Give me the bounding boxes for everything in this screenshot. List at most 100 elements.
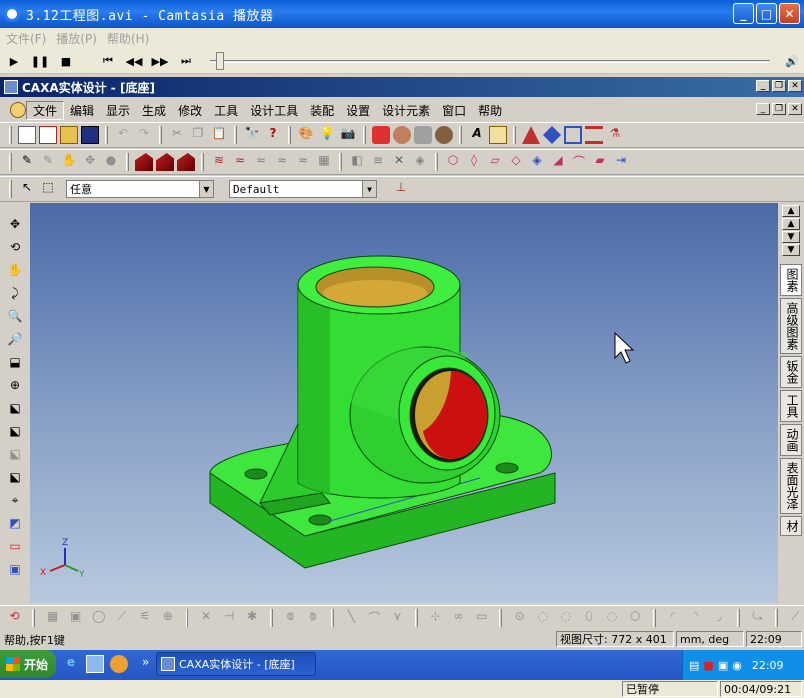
pan-icon[interactable]: ✋ <box>6 263 24 281</box>
player-menu-play[interactable]: 播放(P) <box>56 30 97 47</box>
surface-3-icon[interactable]: ▱ <box>486 153 504 171</box>
camera-2-icon[interactable]: ⬕ <box>6 424 24 442</box>
chamfer-2d-icon[interactable]: ⟋ <box>787 609 804 627</box>
surface-6-icon[interactable]: ◢ <box>549 153 567 171</box>
offset-icon[interactable]: ⟃ <box>282 609 299 627</box>
pick-icon[interactable]: ✎ <box>18 153 36 171</box>
ruler-icon[interactable]: ⟋ <box>113 609 130 627</box>
menu-modify[interactable]: 修改 <box>172 102 208 119</box>
undo-icon[interactable]: ↶ <box>114 126 132 144</box>
ie-icon[interactable]: e <box>62 655 80 673</box>
surface-2-icon[interactable]: ◊ <box>465 153 483 171</box>
shell-icon[interactable]: ≈ <box>273 153 291 171</box>
surface-8-icon[interactable]: ▰ <box>591 153 609 171</box>
boolean-4-icon[interactable]: ◈ <box>411 153 429 171</box>
extrude-icon[interactable] <box>135 153 153 171</box>
zoom-icon[interactable]: 🔍 <box>6 309 24 327</box>
menu-edit[interactable]: 编辑 <box>64 102 100 119</box>
delete-icon[interactable]: ✕ <box>197 609 214 627</box>
menu-settings[interactable]: 设置 <box>340 102 376 119</box>
open-folder-icon[interactable] <box>60 126 78 144</box>
angle-line-icon[interactable]: ⋎ <box>389 609 406 627</box>
tangent-line-icon[interactable]: ⌒ <box>366 609 383 627</box>
camera-4-icon[interactable]: ⬕ <box>6 470 24 488</box>
start-button[interactable]: 开始 <box>0 650 56 678</box>
network-icon[interactable]: ▣ <box>718 659 728 672</box>
box-icon[interactable]: ▣ <box>67 609 84 627</box>
spin-icon[interactable]: ⤸ <box>6 286 24 304</box>
point-icon[interactable]: ⊹ <box>427 609 444 627</box>
tab-surface-finish[interactable]: 表面光泽 <box>780 458 802 514</box>
scroll-top-icon[interactable]: ▲ <box>782 205 800 217</box>
new-drawing-icon[interactable] <box>39 126 57 144</box>
tab-advanced-primitives[interactable]: 高级图素 <box>780 298 802 354</box>
sketch-toggle-icon[interactable]: ⟲ <box>6 609 23 627</box>
doc-restore-button[interactable]: ❐ <box>772 103 786 115</box>
dimension-icon[interactable]: ⊕ <box>159 609 176 627</box>
sketch-3-icon[interactable] <box>564 126 582 144</box>
new-icon[interactable] <box>18 126 36 144</box>
play-icon[interactable]: ▶ <box>6 53 22 69</box>
skip-start-icon[interactable]: ⏮ <box>100 53 116 69</box>
spline-icon[interactable]: ∞ <box>450 609 467 627</box>
record-icon[interactable]: ■ <box>703 659 713 672</box>
ellipse-icon[interactable]: ⬯ <box>580 609 597 627</box>
sketch-plane-icon[interactable]: ◩ <box>6 516 24 534</box>
view-orient-icon[interactable]: ⬓ <box>6 355 24 373</box>
menu-help[interactable]: 帮助 <box>472 102 508 119</box>
arc-2-icon[interactable]: ◝ <box>688 609 705 627</box>
paste-icon[interactable]: 📋 <box>210 126 228 144</box>
taskbar-chevron-icon[interactable]: » <box>142 655 149 669</box>
skip-end-icon[interactable]: ⏭ <box>178 53 194 69</box>
look-at-icon[interactable]: ⊕ <box>6 378 24 396</box>
taskbar-task-caxa[interactable]: CAXA实体设计 - [底座] <box>156 652 316 676</box>
line-icon[interactable]: ╲ <box>343 609 360 627</box>
scroll-down-icon[interactable]: ▼ <box>782 231 800 243</box>
part-4-icon[interactable] <box>435 126 453 144</box>
grid-icon[interactable]: ▦ <box>44 609 61 627</box>
circle-center-icon[interactable]: ⊙ <box>511 609 528 627</box>
caxa-minimize-button[interactable]: _ <box>756 80 770 92</box>
fillet-2d-icon[interactable]: ⤿ <box>749 609 766 627</box>
surface-9-icon[interactable]: ⇥ <box>612 153 630 171</box>
menu-assembly[interactable]: 装配 <box>304 102 340 119</box>
camera-3-icon[interactable]: ⬕ <box>6 447 24 465</box>
caxa-close-button[interactable]: ✕ <box>788 80 802 92</box>
menu-display[interactable]: 显示 <box>100 102 136 119</box>
chevron-down-icon[interactable]: ▼ <box>362 181 376 197</box>
polygon-icon[interactable]: ⬡ <box>627 609 644 627</box>
design-viewport[interactable]: Z X Y <box>30 203 778 603</box>
fillet-icon[interactable]: ≈ <box>231 153 249 171</box>
copy-icon[interactable]: ❐ <box>189 126 207 144</box>
sketch-5-icon[interactable]: ⚗ <box>606 126 624 144</box>
doc-close-button[interactable]: ✕ <box>788 103 802 115</box>
select-arrow-icon[interactable]: ↖ <box>18 180 36 198</box>
media-icon[interactable] <box>110 655 128 673</box>
tab-materials[interactable]: 材 <box>780 516 802 536</box>
player-menu-help[interactable]: 帮助(H) <box>107 30 149 47</box>
sketch-4-icon[interactable] <box>585 126 603 144</box>
rewind-icon[interactable]: ◀◀ <box>126 53 143 69</box>
menu-window[interactable]: 窗口 <box>436 102 472 119</box>
filter-combo[interactable]: 任意 ▼ <box>66 180 214 198</box>
text-icon[interactable]: A <box>468 126 486 144</box>
stop-icon[interactable]: ■ <box>58 53 74 69</box>
seek-thumb[interactable] <box>216 52 224 70</box>
seek-track[interactable] <box>210 60 770 63</box>
render-icon[interactable]: 🎨 <box>297 126 315 144</box>
measure-icon[interactable]: ⌖ <box>6 493 24 511</box>
keyboard-icon[interactable]: ▤ <box>689 659 699 672</box>
part-3-icon[interactable] <box>414 126 432 144</box>
move-icon[interactable]: ✥ <box>6 217 24 235</box>
fast-forward-icon[interactable]: ▶▶ <box>152 53 169 69</box>
desktop-icon[interactable] <box>86 655 104 673</box>
scroll-up-icon[interactable]: ▲ <box>782 218 800 230</box>
project-icon[interactable]: ⟄ <box>305 609 322 627</box>
rotate-icon[interactable]: ⟲ <box>6 240 24 258</box>
volume-icon[interactable]: 🔊 <box>784 53 800 69</box>
trim-icon[interactable]: ⊣ <box>221 609 238 627</box>
chamfer-icon[interactable]: ≈ <box>252 153 270 171</box>
pattern-icon[interactable]: ▦ <box>315 153 333 171</box>
style-combo[interactable]: Default ▼ <box>229 180 377 198</box>
tab-tools[interactable]: 工具 <box>780 390 802 422</box>
